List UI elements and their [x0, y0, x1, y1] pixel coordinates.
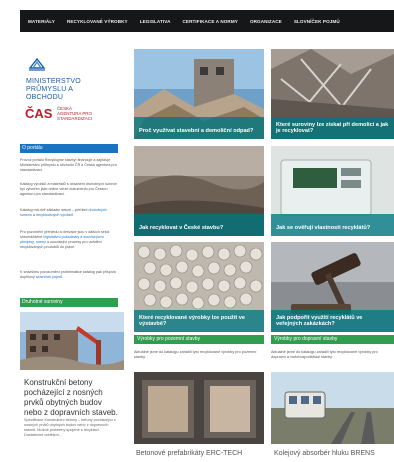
section-transport-products-text: Aktuálně jsme do katalogu zařadili tyto …	[271, 350, 378, 359]
section-building-products-text: Aktuálně jsme do katalogu zařadili tyto …	[134, 350, 257, 359]
ministry-name-line2: PRŮMYSLU A OBCHODU	[26, 86, 73, 101]
link-recycled-products[interactable]: recyklovaných výrobků	[36, 213, 73, 217]
product-title-brens[interactable]: Kolejový absorbér hluku BRENS	[274, 450, 375, 457]
main-navigation: MATERIÁLY RECYKLOVANÉ VÝROBKY LEGISLATIV…	[20, 10, 394, 32]
about-paragraph-4: Pro pozornění přehledu a derivace jsou v…	[20, 230, 118, 250]
link-glossary[interactable]: slovníček pojmů.	[36, 275, 63, 279]
section-transport-products-heading: Výrobky pro dopravní stavby	[271, 335, 394, 344]
tile-caption: Proč využívat stavební a demoliční odpad…	[134, 117, 264, 139]
nav-item-materials[interactable]: MATERIÁLY	[28, 19, 55, 24]
link-legislative-requirements[interactable]: legislativní požadavky	[43, 235, 79, 239]
sidebar-card-image[interactable]	[20, 312, 124, 370]
tile-title: Které suroviny lze získat při demolici a…	[276, 121, 389, 135]
tile-caption: Jak podpořit využití recyklátů ve veřejn…	[271, 310, 394, 332]
nav-item-organizations[interactable]: ORGANIZACE	[250, 19, 282, 24]
tile-public-procurement[interactable]: Jak podpořit využití recyklátů ve veřejn…	[271, 242, 394, 332]
section-building-products-heading: Výrobky pro pozemní stavby	[134, 335, 264, 344]
tile-recycle-in-czech[interactable]: Jak recyklovat v České stavbu?	[134, 146, 264, 236]
about-paragraph-1: Provoz portálu Recyklujme stavby! financ…	[20, 158, 117, 172]
ministry-name-line1: MINISTERSTVO	[26, 78, 81, 85]
nav-item-legislation[interactable]: LEGISLATIVA	[140, 19, 171, 24]
tile-caption: Jak se ověřují vlastnosti recyklátů?	[271, 214, 394, 236]
about-heading: O portálu	[20, 144, 118, 153]
tile-caption: Jak recyklovat v České stavbu?	[134, 214, 264, 236]
ministry-logo[interactable]: MINISTERSTVO PRŮMYSLU A OBCHODU	[24, 56, 112, 101]
about-paragraph-5: K snazšímu porozumění problematice katal…	[20, 270, 118, 280]
tile-title: Které recyklované výrobky lze použít ve …	[139, 314, 246, 328]
tile-demolition-materials[interactable]: Které suroviny lze získat při demolici a…	[271, 49, 394, 139]
product-title-erc-tech[interactable]: Betonové prefabrikáty ERC-TECH	[136, 450, 242, 457]
agency-mark-icon: ČAS	[24, 104, 54, 122]
tile-verify-properties[interactable]: Jak se ověřují vlastnosti recyklátů?	[271, 146, 394, 236]
secondary-materials-heading: Druhotné suroviny	[20, 298, 118, 307]
tile-caption: Které recyklované výrobky lze použít ve …	[134, 310, 264, 332]
about-paragraph-3: Katalog má dvě základní sekce – přehled …	[20, 208, 118, 218]
sidebar-card-title[interactable]: Konstrukční betony pocházející z nosných…	[24, 378, 120, 418]
tile-title: Jak podpořit využití recyklátů ve veřejn…	[276, 314, 363, 328]
ministry-emblem-icon	[28, 57, 46, 71]
about-p3-and: a	[32, 213, 35, 217]
tile-caption: Které suroviny lze získat při demolici a…	[271, 117, 394, 139]
sidebar-card-description: Specifikace Konstrukční betony – betony …	[24, 418, 116, 437]
product-image-erc-tech[interactable]	[134, 372, 264, 444]
tile-title: Jak se ověřují vlastnosti recyklátů?	[276, 225, 371, 232]
agency-name-line3: STANDARDIZACI	[57, 116, 93, 121]
about-paragraph-2: Katalog výrobků a materiálů s obsahem dr…	[20, 182, 117, 196]
tile-recycled-products-use[interactable]: Které recyklované výrobky lze použít ve …	[134, 242, 264, 332]
tile-title: Proč využívat stavební a demoliční odpad…	[139, 128, 254, 135]
link-standards[interactable]: normy	[36, 240, 46, 244]
nav-item-certification[interactable]: CERTIFIKACE A NORMY	[183, 19, 238, 24]
tile-why-use-demolition-waste[interactable]: Proč využívat stavební a demoliční odpad…	[134, 49, 264, 139]
agency-mark-text: ČAS	[25, 106, 53, 121]
nav-item-glossary[interactable]: SLOVNÍČEK POJMŮ	[294, 19, 340, 24]
product-image-brens[interactable]	[271, 372, 394, 444]
tile-title: Jak recyklovat v České stavbu?	[139, 225, 224, 232]
agency-logo[interactable]: ČAS ČESKÁ AGENTURA PRO STANDARDIZACI	[24, 104, 114, 128]
about-p3-text: Katalog má dvě základní sekce – přehled	[20, 208, 88, 212]
about-p5-text: K snazšímu porozumění problematice katal…	[20, 270, 116, 279]
nav-item-recycled-products[interactable]: RECYKLOVANÉ VÝROBKY	[67, 19, 128, 24]
